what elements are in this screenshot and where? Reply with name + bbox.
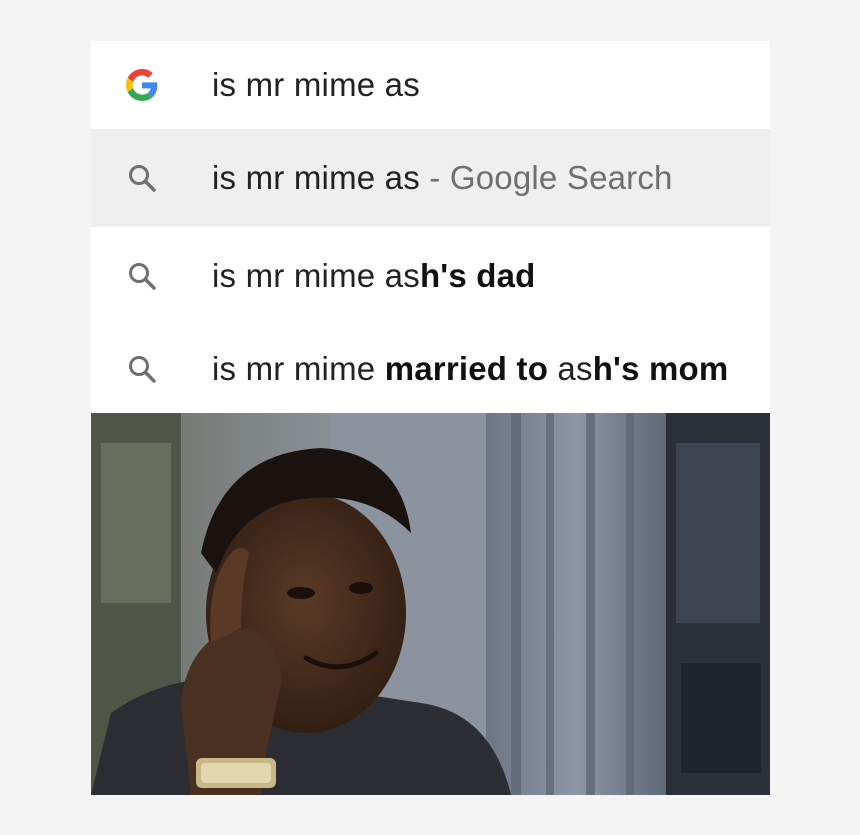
search-icon	[125, 259, 159, 293]
search-icon	[125, 352, 159, 386]
suggestion-label: is mr mime as - Google Search	[212, 159, 673, 197]
suggestion-prefix: is mr mime	[212, 350, 385, 387]
suggestion-plain-text: is mr mime as	[212, 159, 420, 196]
search-query-text[interactable]: is mr mime as	[212, 66, 420, 104]
suggestion-label: is mr mime ash's dad	[212, 257, 536, 295]
suggestion-bold-part-1: married to	[384, 350, 549, 387]
suggestion-label: is mr mime married to ash's mom	[212, 350, 728, 388]
suggestion-prefix: is mr mime as	[212, 257, 420, 294]
suggestion-item-2[interactable]: is mr mime ash's dad	[91, 227, 770, 325]
meme-photo	[91, 413, 770, 795]
suggestion-bold-part-2: h's mom	[592, 350, 729, 387]
suggestion-separator: -	[419, 159, 450, 196]
search-input-row[interactable]: is mr mime as	[91, 41, 770, 129]
search-icon	[125, 161, 159, 195]
suggestion-item-3[interactable]: is mr mime married to ash's mom	[91, 325, 770, 413]
meme-photo-illustration	[91, 413, 770, 795]
suggestion-suffix: Google Search	[449, 159, 673, 196]
suggestion-middle: as	[548, 350, 593, 387]
google-logo-icon	[125, 68, 159, 102]
suggestion-item-1[interactable]: is mr mime as - Google Search	[91, 129, 770, 227]
suggestion-bold-completion: h's dad	[419, 257, 536, 294]
meme-card: is mr mime as is mr mime as - Google Sea…	[91, 41, 770, 795]
